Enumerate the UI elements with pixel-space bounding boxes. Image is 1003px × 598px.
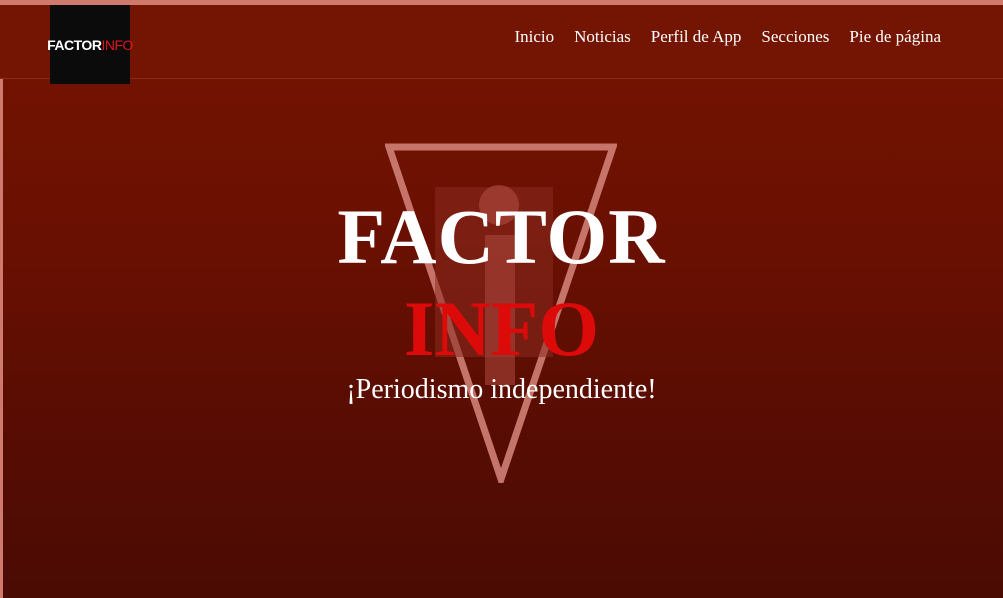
nav-item-perfil-de-app[interactable]: Perfil de App — [651, 27, 742, 47]
logo-text-factor: FACTOR — [47, 36, 102, 53]
nav-item-noticias[interactable]: Noticias — [574, 27, 631, 47]
main-nav: Inicio Noticias Perfil de App Secciones … — [514, 27, 941, 47]
nav-item-pie-de-pagina[interactable]: Pie de página — [849, 27, 941, 47]
navbar: FACTOR INFO Inicio Noticias Perfil de App… — [0, 5, 1003, 84]
logo-text-info: INFO — [101, 36, 133, 53]
hero-subtitle: INFO — [404, 285, 599, 372]
nav-item-inicio[interactable]: Inicio — [514, 27, 554, 47]
page: FACTOR INFO Inicio Noticias Perfil de App… — [0, 0, 1003, 598]
hero-title: FACTOR — [337, 193, 666, 280]
hero-tagline: ¡Periodismo independiente! — [346, 374, 657, 405]
nav-item-secciones[interactable]: Secciones — [761, 27, 829, 47]
logo-link[interactable]: FACTOR INFO — [47, 5, 133, 84]
